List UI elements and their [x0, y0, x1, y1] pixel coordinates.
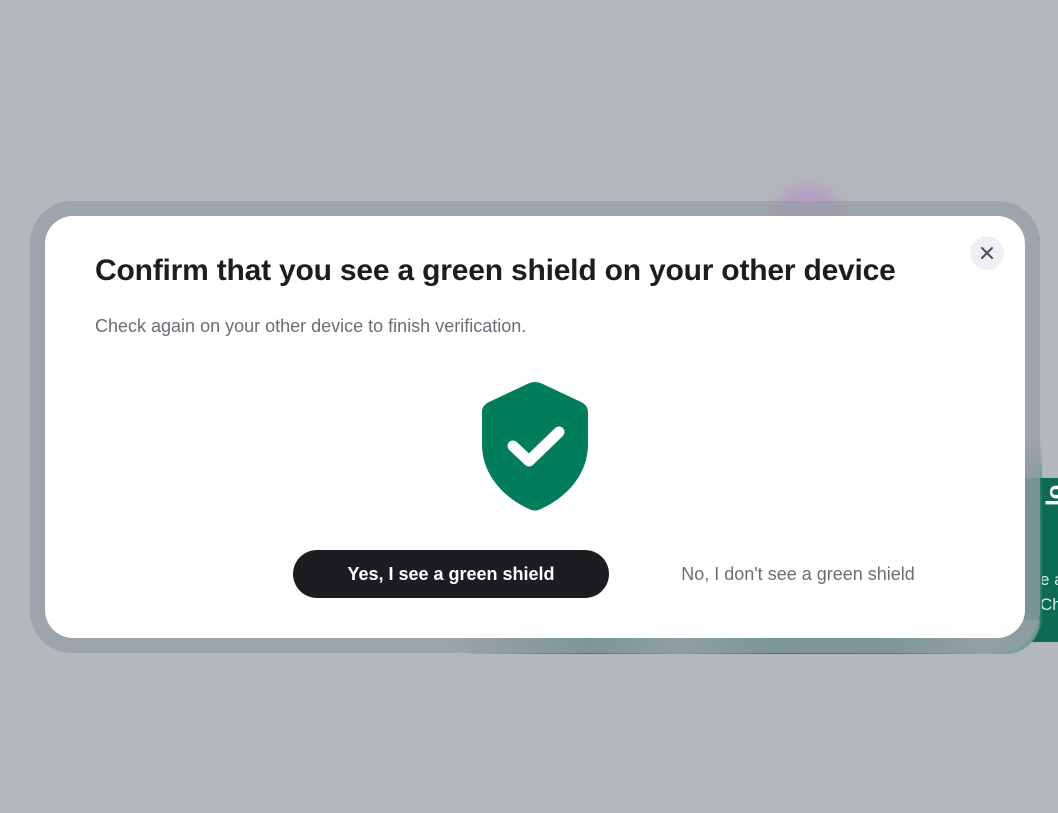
background-panel-heading: lo [1042, 484, 1058, 506]
green-shield-check-icon [482, 382, 588, 511]
background-panel-text: e a [1040, 570, 1058, 589]
dialog-subtitle: Check again on your other device to fini… [95, 316, 527, 336]
background-panel-text: Ch [1040, 595, 1058, 614]
confirm-shield-button[interactable]: Yes, I see a green shield [293, 550, 609, 598]
deny-shield-button[interactable]: No, I don't see a green shield [657, 550, 939, 598]
dialog-title: Confirm that you see a green shield on y… [95, 254, 896, 287]
close-icon [981, 247, 993, 259]
close-button[interactable] [970, 236, 1004, 270]
verification-dialog: Confirm that you see a green shield on y… [45, 216, 1025, 638]
